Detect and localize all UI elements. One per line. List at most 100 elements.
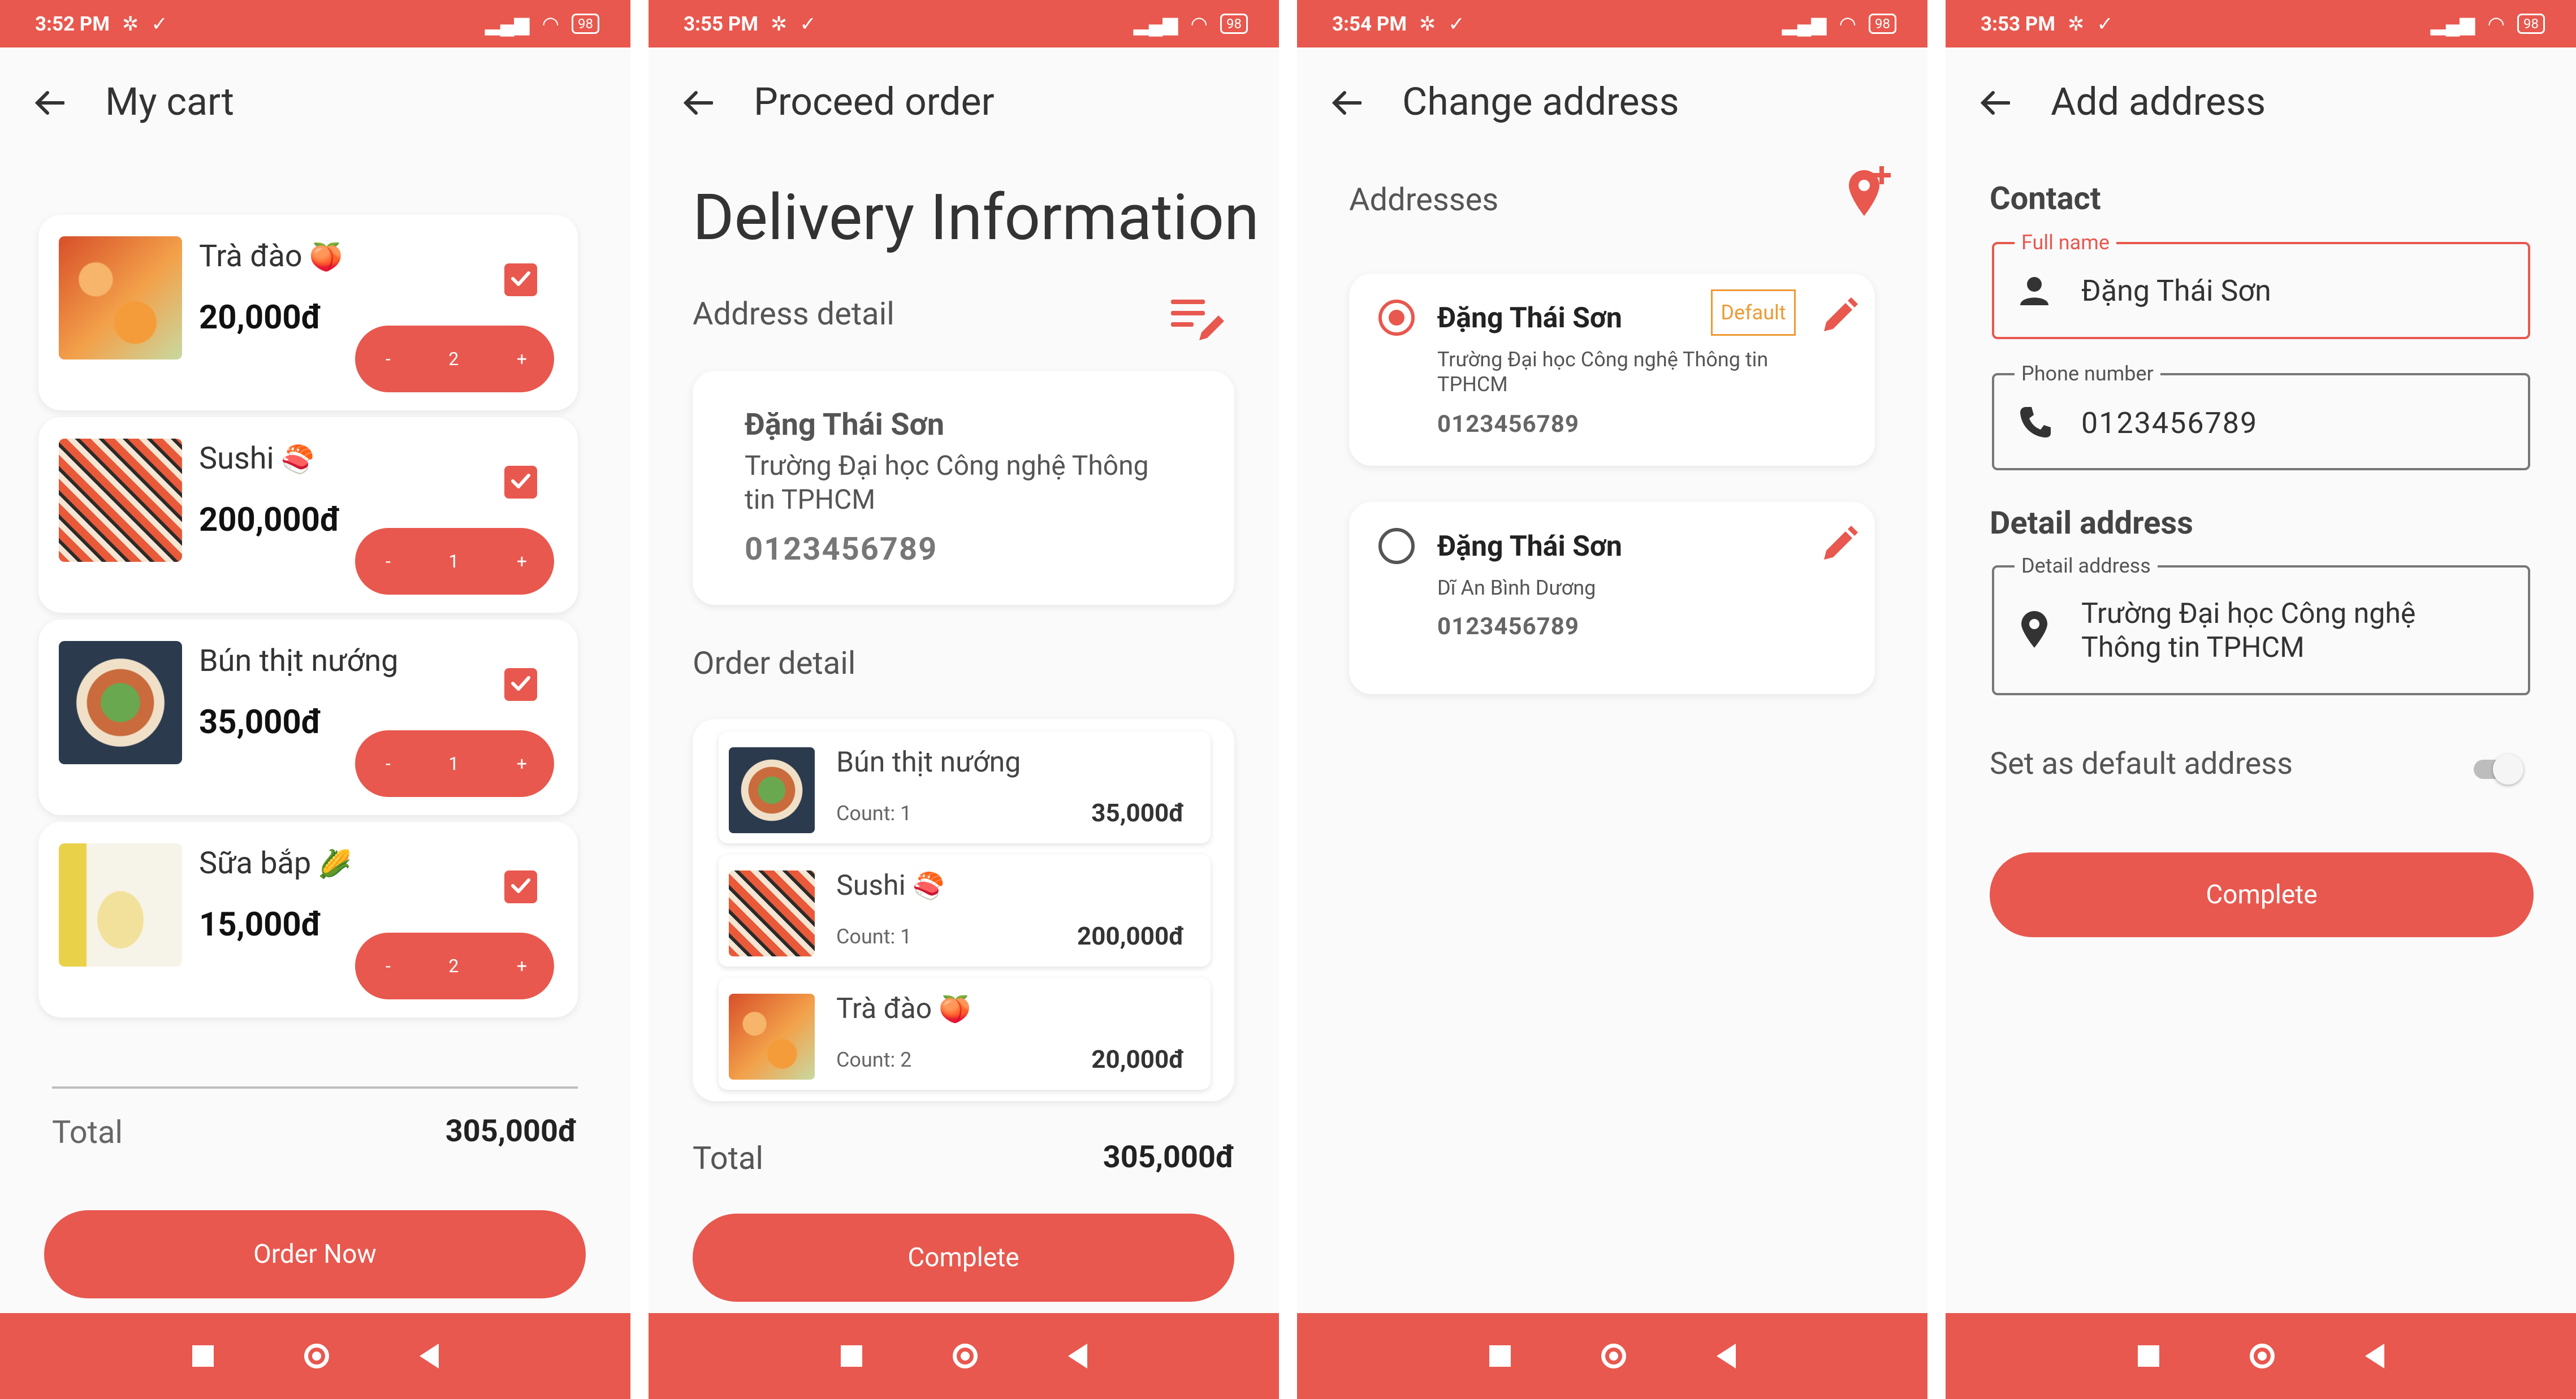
address-phone: 0123456789 — [745, 530, 938, 568]
food-image — [59, 236, 182, 360]
page-title: Change address — [1402, 79, 1679, 124]
address-name: Đặng Thái Sơn — [1437, 530, 1622, 563]
address-card[interactable]: Đặng Thái Sơn Dĩ An Bình Dương 0123456789 — [1349, 502, 1875, 694]
check-icon — [509, 672, 532, 697]
address-phone: 0123456789 — [1437, 613, 1579, 640]
back-arrow-icon[interactable] — [33, 86, 67, 120]
item-name: Sushi 🍣 — [199, 441, 315, 477]
full-name-legend: Full name — [2015, 231, 2116, 254]
quantity-stepper: - 1 + — [355, 730, 554, 797]
system-nav-bar — [1946, 1313, 2576, 1399]
edit-pencil-icon[interactable] — [1819, 525, 1859, 564]
item-checkbox[interactable] — [504, 870, 537, 903]
order-item-card[interactable]: Sushi 🍣 Count: 1 200,000đ — [719, 855, 1211, 967]
increase-button[interactable]: + — [517, 753, 527, 774]
item-checkbox[interactable] — [504, 466, 537, 499]
recent-apps-icon[interactable] — [192, 1345, 214, 1367]
address-name: Đặng Thái Sơn — [1437, 302, 1622, 335]
complete-button[interactable]: Complete — [693, 1214, 1234, 1302]
item-checkbox[interactable] — [504, 263, 537, 296]
increase-button[interactable]: + — [517, 348, 527, 370]
item-name: Trà đào 🍑 — [836, 993, 971, 1025]
recent-apps-icon[interactable] — [2137, 1345, 2159, 1367]
item-emoji: 🍑 — [939, 994, 971, 1025]
settings-icon: ✲ — [1419, 12, 1436, 36]
detail-address-value: Trường Đại học Công nghệ Thông tin TPHCM — [2081, 597, 2416, 664]
home-icon[interactable] — [304, 1344, 329, 1368]
full-name-field[interactable]: Full name Đặng Thái Sơn — [1992, 231, 2530, 339]
page-title: Proceed order — [754, 79, 995, 124]
food-image — [729, 870, 815, 956]
quantity-value: 1 — [448, 753, 459, 774]
item-name: Trà đào 🍑 — [199, 239, 343, 274]
order-detail-label: Order detail — [693, 644, 856, 682]
order-item-card[interactable]: Bún thịt nướng Count: 1 35,000đ — [719, 731, 1211, 843]
person-icon — [2018, 275, 2051, 310]
check-icon: ✓ — [151, 12, 168, 36]
check-icon — [509, 470, 532, 495]
status-bar: 3:52 PM ✲ ✓ ▂▄▆ ◠ 98 — [0, 0, 630, 47]
radio-unselected[interactable] — [1378, 528, 1415, 564]
address-card[interactable]: Đặng Thái Sơn Trường Đại học Công nghệ T… — [693, 371, 1234, 605]
back-icon[interactable] — [1716, 1344, 1736, 1368]
total-label: Total — [52, 1114, 123, 1151]
item-price: 35,000đ — [199, 703, 322, 742]
address-card[interactable]: Đặng Thái Sơn Default Trường Đại học Công … — [1349, 274, 1875, 466]
decrease-button[interactable]: - — [386, 753, 391, 774]
back-icon[interactable] — [419, 1344, 439, 1368]
home-icon[interactable] — [952, 1344, 978, 1368]
item-price: 200,000đ — [1077, 921, 1185, 951]
home-icon[interactable] — [1601, 1344, 1626, 1368]
radio-selected[interactable] — [1378, 300, 1415, 336]
item-price: 200,000đ — [199, 501, 341, 539]
back-icon[interactable] — [1067, 1344, 1087, 1368]
detail-address-field[interactable]: Detail address Trường Đại học Công nghệ … — [1992, 554, 2530, 695]
item-price: 15,000đ — [199, 906, 322, 944]
decrease-button[interactable]: - — [386, 551, 391, 572]
status-time: 3:52 PM — [35, 12, 110, 36]
address-line: Trường Đại học Công nghệ Thông tin TPHCM — [1437, 348, 1769, 396]
back-arrow-icon[interactable] — [1330, 86, 1364, 120]
decrease-button[interactable]: - — [386, 955, 391, 977]
cart-item-card[interactable]: Sữa bắp 🌽 15,000đ - 2 + — [38, 822, 578, 1017]
item-checkbox[interactable] — [504, 668, 537, 701]
system-nav-bar — [1297, 1313, 1927, 1399]
phone-legend: Phone number — [2015, 362, 2160, 386]
decrease-button[interactable]: - — [386, 348, 391, 370]
order-detail-card: Bún thịt nướng Count: 1 35,000đ Sushi 🍣 Count… — [693, 719, 1234, 1101]
default-address-toggle[interactable] — [2470, 752, 2527, 785]
cart-item-card[interactable]: Trà đào 🍑 20,000đ - 2 + — [38, 215, 578, 410]
recent-apps-icon[interactable] — [1489, 1345, 1511, 1367]
screen-change-address: 3:54 PM ✲ ✓ ▂▄▆ ◠ 98 Change address Addr… — [1297, 0, 1927, 1399]
address-phone: 0123456789 — [1437, 410, 1579, 438]
home-icon[interactable] — [2249, 1344, 2275, 1368]
edit-list-icon[interactable] — [1171, 296, 1228, 347]
address-line: Dĩ An Bình Dương — [1437, 576, 1596, 600]
cart-item-card[interactable]: Sushi 🍣 200,000đ - 1 + — [38, 417, 578, 613]
item-name: Bún thịt nướng — [836, 746, 1021, 779]
order-item-card[interactable]: Trà đào 🍑 Count: 2 20,000đ — [719, 978, 1211, 1090]
item-emoji: 🍑 — [309, 241, 343, 273]
status-bar: 3:53 PM ✲ ✓ ▂▄▆ ◠ 98 — [1946, 0, 2576, 47]
complete-button[interactable]: Complete — [1990, 852, 2534, 937]
signal-icon: ▂▄▆ — [2430, 12, 2475, 36]
cart-item-card[interactable]: Bún thịt nướng 35,000đ - 1 + — [38, 620, 578, 815]
battery-icon: 98 — [1869, 14, 1896, 34]
order-now-button[interactable]: Order Now — [44, 1210, 586, 1298]
increase-button[interactable]: + — [517, 551, 527, 572]
check-icon: ✓ — [1448, 12, 1465, 36]
back-arrow-icon[interactable] — [1978, 86, 2012, 120]
increase-button[interactable]: + — [517, 955, 527, 977]
item-price: 20,000đ — [199, 298, 322, 337]
phone-field[interactable]: Phone number 0123456789 — [1992, 362, 2530, 470]
back-arrow-icon[interactable] — [681, 86, 715, 120]
detail-address-label: Detail address — [1990, 504, 2193, 542]
total-value: 305,000đ — [1103, 1140, 1235, 1175]
add-location-icon[interactable] — [1844, 162, 1895, 218]
edit-pencil-icon[interactable] — [1819, 296, 1859, 336]
quantity-value: 1 — [448, 551, 459, 572]
back-icon[interactable] — [2365, 1344, 2384, 1368]
page-title: Add address — [2051, 79, 2266, 124]
recent-apps-icon[interactable] — [840, 1345, 862, 1367]
default-badge: Default — [1711, 289, 1796, 336]
